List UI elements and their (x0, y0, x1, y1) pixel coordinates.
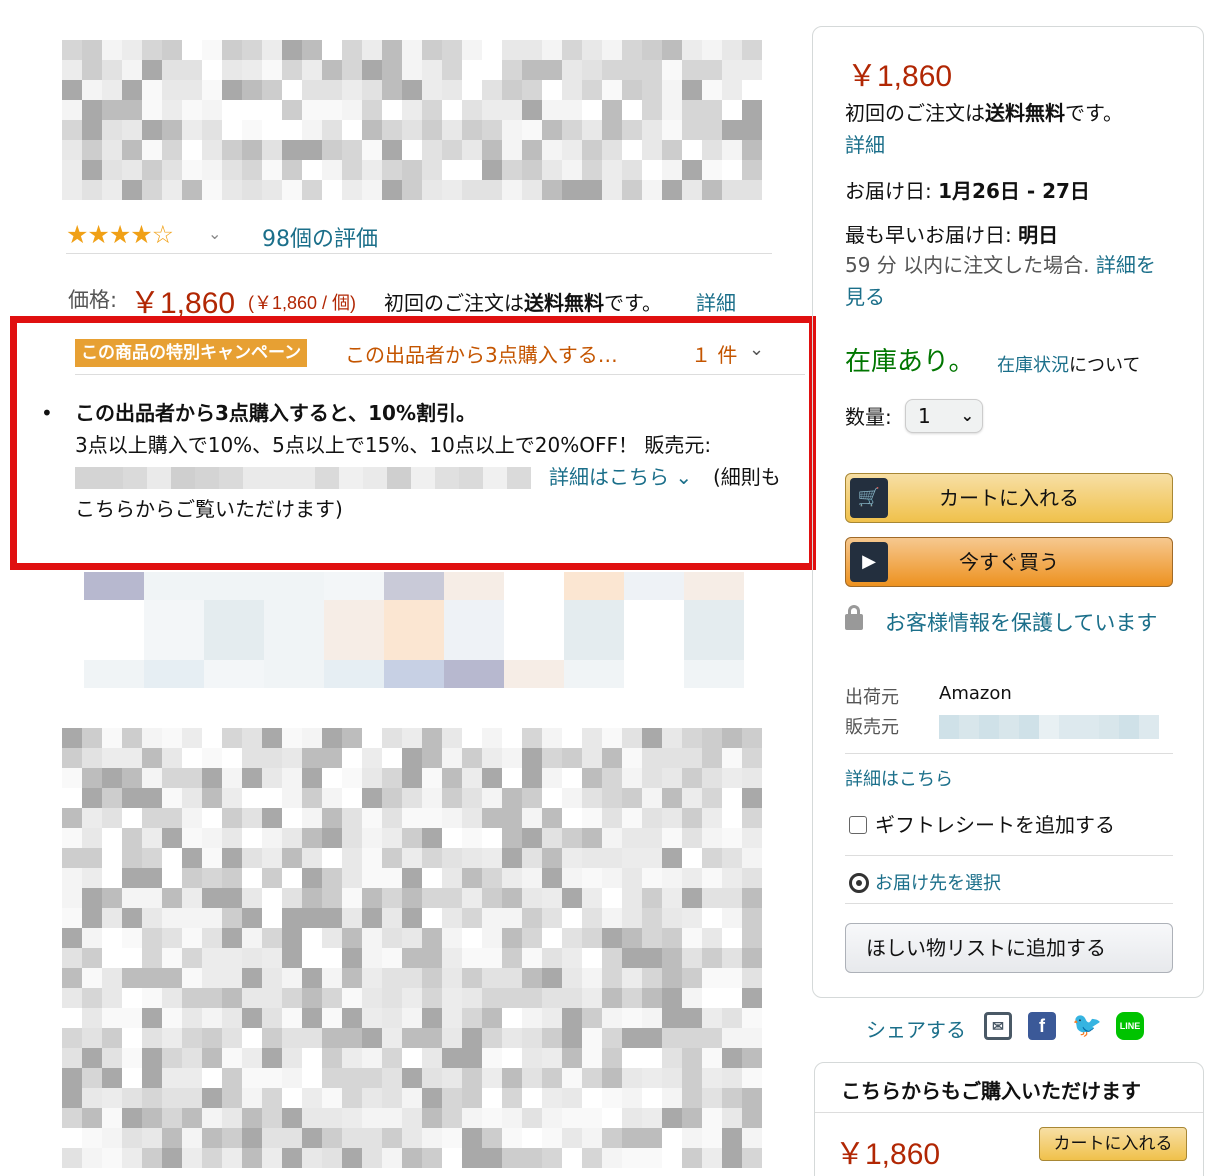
divider (845, 753, 1173, 754)
rating-row: ★★★★☆ ⌄ 98個の評価 (66, 220, 772, 254)
other-sellers-title: こちらからもご購入いただけます (841, 1079, 1141, 1103)
delivery-date: お届け日: 1月26日 - 27日 (845, 179, 1090, 203)
share-label[interactable]: シェアする (866, 1014, 966, 1043)
campaign-description: 3点以上購入で10%、5点以上で15%、10点以上で20%OFF！ 販売元: (75, 433, 712, 457)
seller-name-redacted (75, 467, 531, 489)
add-to-wishlist-button[interactable]: ほしい物リストに追加する (845, 923, 1173, 973)
fastest-delivery: 最も早いお届け日: 明日 (845, 223, 1059, 247)
location-pin-icon (849, 873, 869, 893)
chevron-down-icon[interactable]: ⌄ (208, 224, 221, 243)
product-description-redacted (62, 728, 770, 1176)
divider (845, 855, 1173, 856)
secure-transaction-link[interactable]: お客様情報を保護しています (845, 605, 1175, 640)
lock-icon (845, 605, 863, 630)
stock-info: 在庫状況について (997, 355, 1141, 376)
campaign-details-suffix: (細則も (713, 465, 781, 489)
buybox: ￥1,860 初回のご注文は送料無料です。 詳細 お届け日: 1月26日 - 2… (812, 26, 1204, 998)
ship-from-value: Amazon (939, 683, 1012, 704)
campaign-title[interactable]: この出品者から3点購入する… (345, 339, 618, 368)
gift-receipt-checkbox[interactable]: ギフトレシートを追加する (849, 809, 1115, 838)
campaign-header[interactable]: この商品の特別キャンペーン この出品者から3点購入する… １ 件 ⌄ (75, 335, 805, 375)
stock-info-link[interactable]: 在庫状況 (997, 355, 1069, 376)
buy-now-button[interactable]: ▶ 今すぐ買う (845, 537, 1173, 587)
quantity-label: 数量: (845, 405, 892, 429)
stock-status: 在庫あり。 (845, 347, 975, 377)
campaign-badge: この商品の特別キャンペーン (75, 339, 308, 367)
seller-value-redacted[interactable] (939, 715, 1159, 739)
ship-from-label: 出荷元 (845, 687, 899, 708)
chevron-down-icon[interactable]: ⌄ (749, 339, 764, 360)
twitter-icon[interactable]: 🐦 (1072, 1012, 1102, 1040)
buybox-shipping: 初回のご注文は送料無料です。 (845, 101, 1123, 125)
other-seller-add-to-cart-button[interactable]: カートに入れる (1039, 1127, 1187, 1161)
mail-icon[interactable]: ✉ (984, 1012, 1012, 1040)
rating-count-link[interactable]: 98個の評価 (262, 221, 378, 253)
buybox-shipping-detail-link[interactable]: 詳細 (845, 129, 885, 158)
other-seller-price: ￥1,860 (835, 1138, 941, 1171)
campaign-count[interactable]: １ 件 (691, 339, 737, 368)
add-to-cart-button[interactable]: 🛒 カートに入れる (845, 473, 1173, 523)
chevron-down-icon: ⌄ (960, 406, 974, 425)
other-sellers-header: こちらからもご購入いただけます (815, 1063, 1203, 1113)
product-title-redacted (62, 40, 762, 212)
price-per-unit: (￥1,860 / 個) (248, 293, 357, 313)
price-label: 価格: (68, 288, 118, 312)
cart-icon: 🛒 (850, 478, 888, 518)
campaign-details-link[interactable]: 詳細はこちら ⌄ (549, 461, 692, 493)
product-thumbnails-redacted (84, 572, 750, 688)
shipping-note: 初回のご注文は送料無料です。 (384, 291, 662, 315)
campaign-details-line2: こちらからご覧いただけます) (75, 497, 343, 521)
price-row: 価格: ￥1,860 (￥1,860 / 個) 初回のご注文は送料無料です。 詳… (68, 278, 788, 320)
select-address-link[interactable]: お届け先を選択 (849, 869, 1001, 895)
shipping-detail-link[interactable]: 詳細 (696, 287, 736, 316)
seller-label: 販売元 (845, 717, 899, 738)
facebook-icon[interactable]: f (1028, 1012, 1056, 1040)
play-icon: ▶ (850, 542, 888, 582)
buybox-price: ￥1,860 (847, 60, 953, 93)
campaign-headline: この出品者から3点購入すると、10%割引。 (75, 401, 476, 425)
campaign-highlight: この商品の特別キャンペーン この出品者から3点購入する… １ 件 ⌄ • この出… (10, 316, 816, 570)
checkbox[interactable] (849, 816, 867, 834)
line-icon[interactable]: LINE (1116, 1012, 1144, 1040)
quantity-select[interactable]: 1 ⌄ (905, 399, 983, 433)
fastest-delivery-condition: 59 分 以内に注文した場合. 詳細を見る (845, 253, 1156, 309)
bullet: • (41, 401, 53, 425)
divider (845, 903, 1173, 904)
rating-stars[interactable]: ★★★★☆ (66, 220, 174, 249)
other-sellers-box: こちらからもご購入いただけます ￥1,860 カートに入れる (814, 1062, 1204, 1176)
details-here-link[interactable]: 詳細はこちら (845, 765, 953, 791)
